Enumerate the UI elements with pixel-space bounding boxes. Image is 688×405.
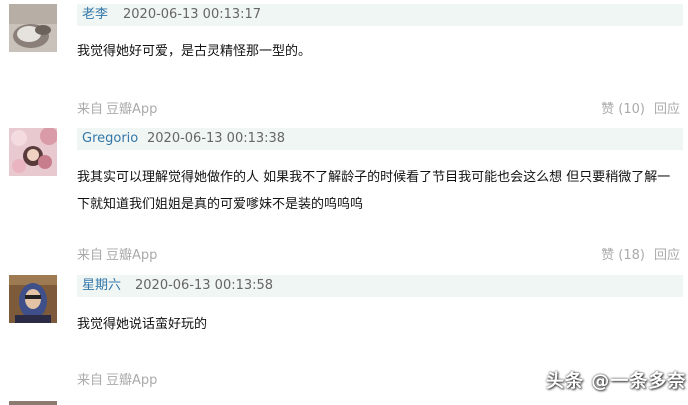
timestamp: 2020-06-13 00:13:38 [147,131,286,146]
comment-text: 我其实可以理解觉得她做作的人 如果我不了解龄子的时候看了节目我可能也会这么想 但… [77,170,671,212]
avatar [9,401,57,405]
comment-header: Gregorio 2020-06-13 00:13:38 [77,128,683,150]
avatar[interactable] [9,275,57,323]
comment-text: 我觉得她说话蛮好玩的 [77,317,208,332]
comment-item: 老李 2020-06-13 00:13:17 我觉得她好可爱，是古灵精怪那一型的… [0,0,688,125]
author-link[interactable]: Gregorio [82,128,138,150]
comment-footer: 来自 豆瓣App 赞 (18) 回应 [77,246,683,266]
reply-link[interactable]: 回应 [654,100,680,120]
avatar[interactable] [9,4,57,52]
vote-link[interactable]: 赞 (18) [601,246,645,266]
comment-header: 星期六 2020-06-13 00:13:58 [77,275,683,297]
vote-link[interactable]: 赞 (10) [601,100,645,120]
author-link[interactable]: 星期六 [82,275,121,297]
author-link[interactable]: 老李 [82,4,108,26]
watermark: 头条 @一条多奈 [546,371,687,392]
source-link[interactable]: 豆瓣App [106,246,157,266]
reply-link[interactable]: 回应 [654,246,680,266]
timestamp: 2020-06-13 00:13:58 [135,278,274,293]
from-label: 来自 [77,102,104,117]
source-link[interactable]: 豆瓣App [106,100,157,120]
avatar[interactable] [9,128,57,176]
from-label: 来自 [77,373,104,388]
from-label: 来自 [77,248,104,263]
source-link[interactable]: 豆瓣App [106,371,157,391]
comment-footer: 来自 豆瓣App 赞 (10) 回应 [77,100,683,120]
comment-header: 老李 2020-06-13 00:13:17 [77,4,683,26]
timestamp: 2020-06-13 00:13:17 [123,7,262,22]
comment-item: Gregorio 2020-06-13 00:13:38 我其实可以理解觉得她做… [0,125,688,265]
comment-text: 我觉得她好可爱，是古灵精怪那一型的。 [77,44,312,59]
